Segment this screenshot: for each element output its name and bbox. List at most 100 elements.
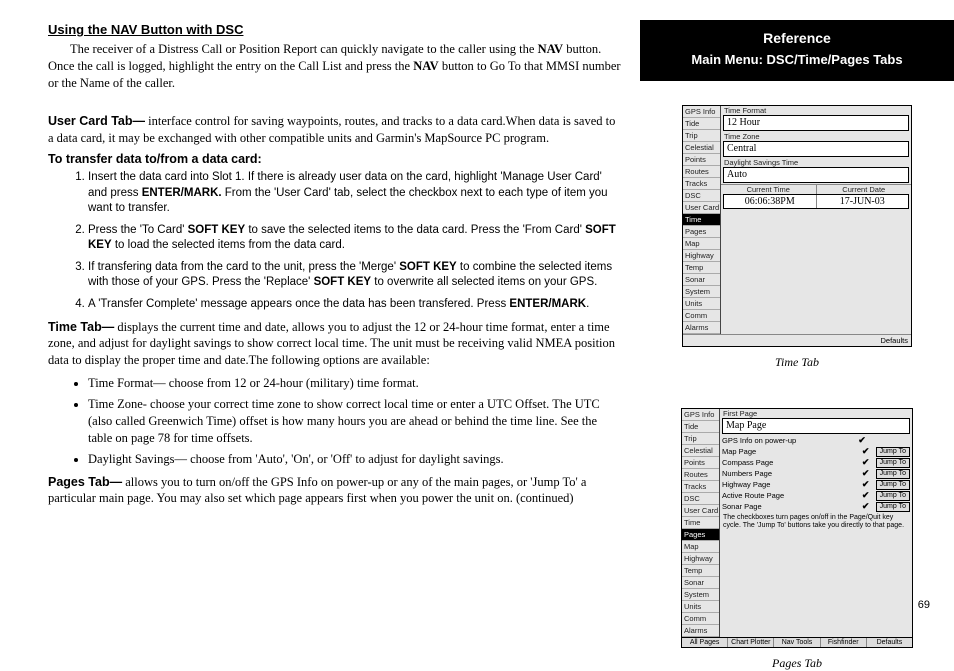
sidebar-tab: Tide <box>683 118 720 130</box>
label-time-format: Time Format <box>721 106 911 115</box>
check-icon: ✔ <box>858 457 874 468</box>
sidebar-tab: System <box>683 286 720 298</box>
heading-transfer: To transfer data to/from a data card: <box>48 152 622 166</box>
sidebar-tab: Routes <box>682 469 719 481</box>
bullet-time-format: Time Format— choose from 12 or 24-hour (… <box>88 375 622 392</box>
step-3: If transfering data from the card to the… <box>88 260 622 291</box>
jump-to-button: Jump To <box>876 480 910 490</box>
sidebar-tab: Highway <box>683 250 720 262</box>
bottom-tab: Defaults <box>866 638 912 647</box>
label-time-zone: Time Zone <box>721 132 911 141</box>
paragraph-user-card: User Card Tab— interface control for sav… <box>48 113 622 147</box>
check-icon: ✔ <box>858 446 874 457</box>
sidebar-tab: DSC <box>683 190 720 202</box>
value-time-format: 12 Hour <box>723 115 909 131</box>
pages-sidebar: GPS InfoTideTripCelestialPointsRoutesTra… <box>682 409 720 637</box>
screenshot-pages-tab: GPS InfoTideTripCelestialPointsRoutesTra… <box>681 408 913 648</box>
page-row-label: GPS Info on power-up <box>722 436 854 445</box>
bullet-time-zone: Time Zone- choose your correct time zone… <box>88 396 622 447</box>
jump-to-button: Jump To <box>876 502 910 512</box>
step-1: Insert the data card into Slot 1. If the… <box>88 170 622 217</box>
check-icon: ✔ <box>858 490 874 501</box>
sidebar-tab: GPS Info <box>682 409 719 421</box>
sidebar-tab: Alarms <box>682 625 719 637</box>
value-dst: Auto <box>723 167 909 183</box>
jump-to-button: Jump To <box>876 447 910 457</box>
value-time-zone: Central <box>723 141 909 157</box>
page-row-label: Highway Page <box>722 480 858 489</box>
sidebar-tab: Alarms <box>683 322 720 334</box>
page-row: Sonar Page✔Jump To <box>720 501 912 512</box>
sidebar-tab: Points <box>683 154 720 166</box>
sidebar-tab: DSC <box>682 493 719 505</box>
sidebar-tab: GPS Info <box>683 106 720 118</box>
time-tab-text: displays the current time and date, allo… <box>48 320 615 368</box>
sidebar-tab: Units <box>683 298 720 310</box>
reference-title: Reference <box>648 30 946 46</box>
sidebar-tab: Trip <box>683 130 720 142</box>
sidebar-tab: Celestial <box>683 142 720 154</box>
bottom-tab: Fishfinder <box>820 638 866 647</box>
p1a: The receiver of a Distress Call or Posit… <box>70 42 538 56</box>
pages-note: The checkboxes turn pages on/off in the … <box>720 512 912 532</box>
page-row-label: Compass Page <box>722 458 858 467</box>
sidebar-tab: Trip <box>682 433 719 445</box>
reference-banner: Reference Main Menu: DSC/Time/Pages Tabs <box>640 20 954 81</box>
value-first-page: Map Page <box>722 418 910 434</box>
sidebar-tab: System <box>682 589 719 601</box>
jump-to-button: Jump To <box>876 469 910 479</box>
p1d: NAV <box>413 59 438 73</box>
check-icon: ✔ <box>858 479 874 490</box>
pages-tab-text: allows you to turn on/off the GPS Info o… <box>48 475 586 506</box>
sidebar-tab: Tracks <box>682 481 719 493</box>
page-row: Compass Page✔Jump To <box>720 457 912 468</box>
sidebar-tab: Points <box>682 457 719 469</box>
label-first-page: First Page <box>720 409 912 418</box>
step-2: Press the 'To Card' SOFT KEY to save the… <box>88 223 622 254</box>
bottom-tab: Nav Tools <box>773 638 819 647</box>
label-current-date: Current Date <box>816 185 912 194</box>
caption-pages-tab: Pages Tab <box>640 656 954 671</box>
sidebar-tab: Time <box>682 517 719 529</box>
heading-nav-dsc: Using the NAV Button with DSC <box>48 22 622 37</box>
page-row-label: Map Page <box>722 447 858 456</box>
sidebar-tab: Temp <box>683 262 720 274</box>
screenshot-time-tab: GPS InfoTideTripCelestialPointsRoutesTra… <box>682 105 912 347</box>
step-4: A 'Transfer Complete' message appears on… <box>88 297 622 313</box>
paragraph-pages-tab: Pages Tab— allows you to turn on/off the… <box>48 474 622 508</box>
sidebar-tab: Tracks <box>683 178 720 190</box>
label-dst: Daylight Savings Time <box>721 158 911 167</box>
page-row: GPS Info on power-up✔ <box>720 435 912 446</box>
sidebar-tab: User Card <box>682 505 719 517</box>
paragraph-nav-dsc: The receiver of a Distress Call or Posit… <box>48 41 622 92</box>
label-current-time: Current Time <box>721 185 816 194</box>
jump-to-button: Jump To <box>876 491 910 501</box>
sidebar-tab: Units <box>682 601 719 613</box>
page-row: Highway Page✔Jump To <box>720 479 912 490</box>
page-row-label: Numbers Page <box>722 469 858 478</box>
time-sidebar: GPS InfoTideTripCelestialPointsRoutesTra… <box>683 106 721 334</box>
sidebar-tab: Temp <box>682 565 719 577</box>
check-icon: ✔ <box>858 468 874 479</box>
page-row-label: Sonar Page <box>722 502 858 511</box>
pages-tab-lead: Pages Tab— <box>48 475 122 489</box>
page-row: Active Route Page✔Jump To <box>720 490 912 501</box>
page-number: 69 <box>918 599 930 611</box>
sidebar-tab: Pages <box>682 529 719 541</box>
sidebar-tab: Comm <box>683 310 720 322</box>
sidebar-tab: Sonar <box>682 577 719 589</box>
sidebar-tab: Pages <box>683 226 720 238</box>
sidebar-tab: Sonar <box>683 274 720 286</box>
sidebar-tab: User Card <box>683 202 720 214</box>
page-row: Numbers Page✔Jump To <box>720 468 912 479</box>
bullet-daylight: Daylight Savings— choose from 'Auto', 'O… <box>88 451 622 468</box>
figure-pages-tab: GPS InfoTideTripCelestialPointsRoutesTra… <box>640 408 954 671</box>
sidebar-tab: Time <box>683 214 720 226</box>
sidebar-tab: Comm <box>682 613 719 625</box>
page-row: Map Page✔Jump To <box>720 446 912 457</box>
time-content: Time Format 12 Hour Time Zone Central Da… <box>721 106 911 334</box>
sidebar-tab: Tide <box>682 421 719 433</box>
user-card-lead: User Card Tab— <box>48 114 145 128</box>
pages-rows: GPS Info on power-up✔Map Page✔Jump ToCom… <box>720 435 912 512</box>
pages-bottom-tabs: All PagesChart PlotterNav ToolsFishfinde… <box>682 637 912 647</box>
